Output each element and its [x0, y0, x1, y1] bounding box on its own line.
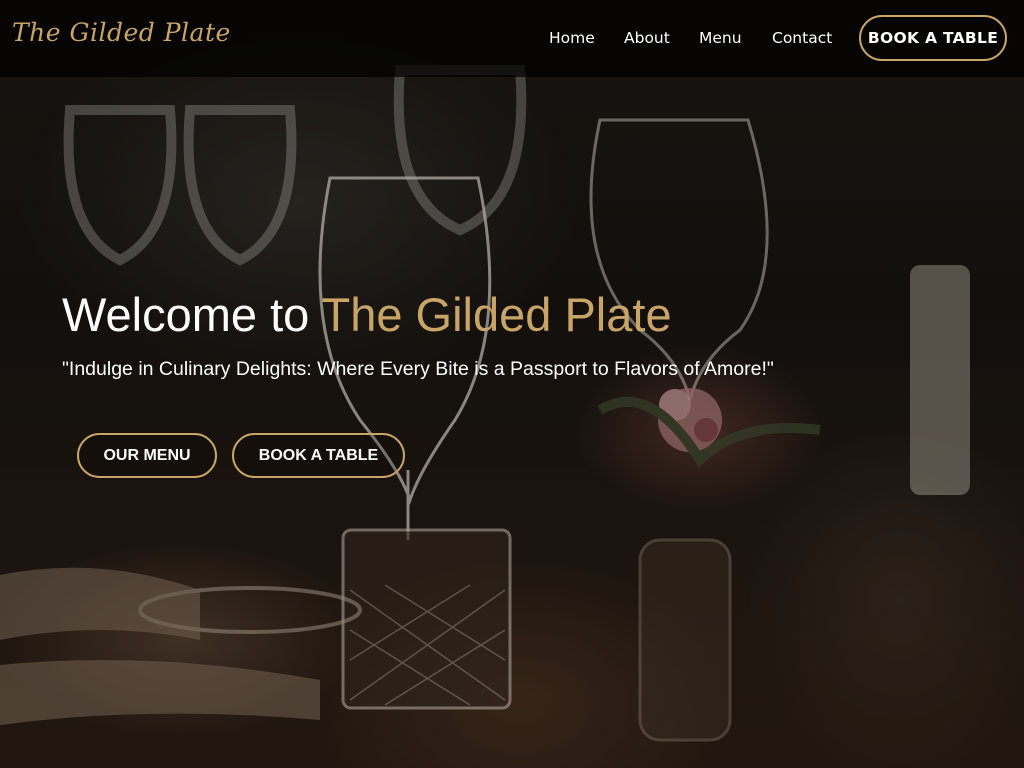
landing-page: The Gilded Plate Home About Menu Contact… [0, 0, 1024, 768]
nav-contact-link[interactable]: Contact [772, 29, 832, 47]
hero-title-prefix: Welcome to [62, 288, 322, 341]
hero-dark-overlay [0, 0, 1024, 768]
hero-book-table-button[interactable]: BOOK A TABLE [232, 433, 405, 478]
hero-title-brand: The Gilded Plate [321, 288, 672, 341]
header-book-table-button[interactable]: BOOK A TABLE [859, 15, 1007, 61]
hero-tagline: "Indulge in Culinary Delights: Where Eve… [62, 358, 774, 380]
nav-menu-link[interactable]: Menu [699, 29, 742, 47]
site-header: The Gilded Plate Home About Menu Contact… [0, 0, 1024, 77]
nav-about-link[interactable]: About [624, 29, 670, 47]
nav-home-link[interactable]: Home [549, 29, 595, 47]
hero-title: Welcome to The Gilded Plate [62, 288, 672, 342]
hero-background-image [0, 0, 1024, 768]
our-menu-button[interactable]: OUR MENU [77, 433, 217, 478]
brand-logo[interactable]: The Gilded Plate [12, 18, 231, 47]
